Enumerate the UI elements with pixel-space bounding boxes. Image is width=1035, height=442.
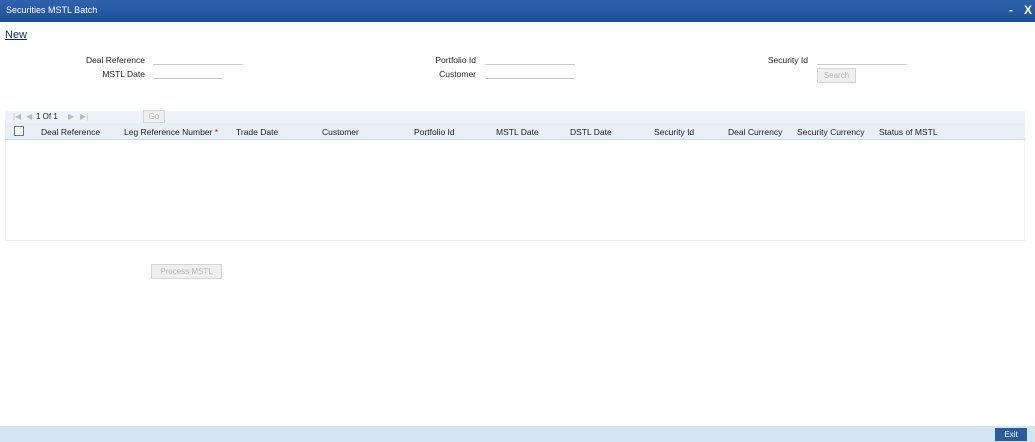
- security-id-label: Security Id: [767, 55, 808, 65]
- column-deal-reference[interactable]: Deal Reference: [41, 127, 100, 137]
- column-dstl-date[interactable]: DSTL Date: [570, 127, 612, 137]
- first-page-icon[interactable]: |◀: [13, 112, 21, 121]
- prev-page-icon[interactable]: ◀: [26, 112, 32, 121]
- portfolio-id-label: Portfolio Id: [435, 55, 476, 65]
- page-indicator: 1 Of 1: [36, 112, 58, 121]
- process-mstl-button[interactable]: Process MSTL: [151, 264, 222, 279]
- select-all-checkbox[interactable]: [14, 126, 24, 136]
- column-security-id[interactable]: Security Id: [654, 127, 694, 137]
- portfolio-id-field[interactable]: [485, 53, 575, 65]
- column-security-currency[interactable]: Security Currency: [797, 127, 865, 137]
- window-titlebar: Securities MSTL Batch - X: [0, 0, 1035, 22]
- column-mstl-date[interactable]: MSTL Date: [496, 127, 539, 137]
- close-icon[interactable]: X: [1024, 3, 1032, 17]
- column-trade-date[interactable]: Trade Date: [236, 127, 278, 137]
- footer-bar: [0, 426, 1035, 442]
- grid-header: Deal Reference Leg Reference Number * Tr…: [5, 123, 1025, 140]
- grid-toolbar: |◀ ◀ 1 Of 1 ▶ ▶| Go: [5, 110, 1025, 123]
- deal-reference-label: Deal Reference: [85, 55, 145, 65]
- customer-field[interactable]: [485, 67, 575, 79]
- window-title: Securities MSTL Batch: [6, 5, 98, 15]
- customer-label: Customer: [439, 69, 476, 79]
- last-page-icon[interactable]: ▶|: [80, 112, 88, 121]
- mstl-date-field[interactable]: [153, 67, 223, 79]
- required-marker: *: [214, 127, 219, 137]
- new-link[interactable]: New: [5, 29, 27, 41]
- security-id-field[interactable]: [817, 53, 907, 65]
- column-deal-currency[interactable]: Deal Currency: [728, 127, 782, 137]
- column-leg-reference-number[interactable]: Leg Reference Number *: [124, 127, 218, 137]
- exit-button[interactable]: Exit: [995, 428, 1027, 441]
- column-leg-reference-number-label: Leg Reference Number: [124, 127, 213, 137]
- search-button[interactable]: Search: [817, 68, 856, 83]
- mstl-date-label: MSTL Date: [102, 69, 145, 79]
- column-portfolio-id[interactable]: Portfolio Id: [414, 127, 455, 137]
- next-page-icon[interactable]: ▶: [68, 112, 74, 121]
- go-button[interactable]: Go: [143, 110, 165, 123]
- deal-reference-field[interactable]: [153, 53, 243, 65]
- minimize-icon[interactable]: -: [1009, 3, 1013, 17]
- column-status-of-mstl[interactable]: Status of MSTL: [879, 127, 938, 137]
- column-customer[interactable]: Customer: [322, 127, 359, 137]
- grid-body: [5, 140, 1025, 241]
